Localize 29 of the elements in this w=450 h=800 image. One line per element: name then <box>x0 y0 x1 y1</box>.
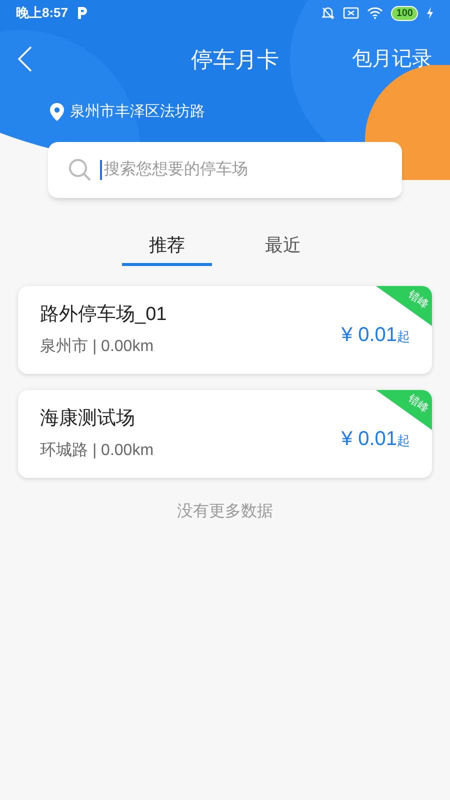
charging-icon <box>426 7 434 19</box>
text-cursor <box>100 160 102 180</box>
price-suffix: 起 <box>397 328 410 346</box>
off-peak-tag: 错峰 <box>376 390 432 430</box>
price: ¥ 0.01 <box>341 323 397 348</box>
bell-muted-icon <box>321 6 336 20</box>
sim-icon <box>343 7 360 19</box>
off-peak-tag: 错峰 <box>376 286 432 326</box>
lot-name: 海康测试场 <box>40 406 136 431</box>
price-suffix: 起 <box>397 432 410 450</box>
back-icon <box>18 46 32 72</box>
parking-lot-card[interactable]: 海康测试场 环城路 | 0.00km ¥ 0.01起 错峰 <box>18 390 432 478</box>
location-text: 泉州市丰泽区法坊路 <box>70 102 205 122</box>
monthly-records-link[interactable]: 包月记录 <box>352 44 432 74</box>
search-field[interactable]: 搜索您想要的停车场 <box>48 142 402 198</box>
tab[interactable]: 推荐 <box>122 228 212 266</box>
location-pin-icon <box>50 103 64 121</box>
tab[interactable]: 最近 <box>238 228 328 266</box>
page-title: 停车月卡 <box>191 46 279 74</box>
lot-detail: 泉州市 | 0.00km <box>40 336 155 358</box>
status-time: 晚上8:57 <box>16 4 68 22</box>
no-more-data-text: 没有更多数据 <box>177 502 273 522</box>
price: ¥ 0.01 <box>341 427 397 452</box>
search-icon <box>68 158 92 182</box>
lot-detail: 环城路 | 0.00km <box>40 440 155 462</box>
wifi-icon <box>367 7 384 19</box>
parking-lot-card[interactable]: 路外停车场_01 泉州市 | 0.00km ¥ 0.01起 错峰 <box>18 286 432 374</box>
lot-name: 路外停车场_01 <box>40 302 168 327</box>
parking-app-icon <box>76 6 88 20</box>
